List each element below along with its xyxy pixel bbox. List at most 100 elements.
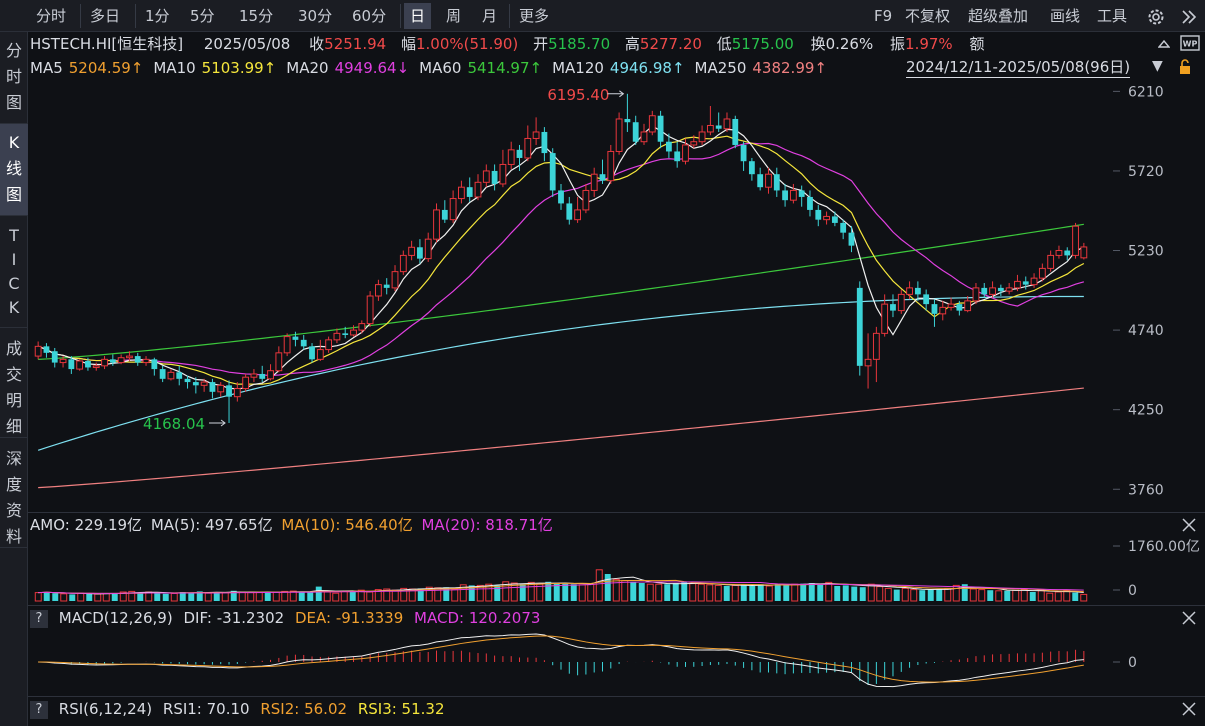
ma-label: MA60 xyxy=(419,59,462,77)
candle xyxy=(624,93,631,132)
candle xyxy=(607,144,615,184)
volume-bar xyxy=(800,583,807,601)
candle xyxy=(657,110,664,149)
candle xyxy=(698,125,706,145)
sidebar-tab[interactable]: TICK xyxy=(0,216,28,328)
sidebar-tab[interactable]: K线图 xyxy=(0,124,28,216)
candle xyxy=(640,123,648,145)
help-icon[interactable]: ? xyxy=(30,700,48,719)
volume-bar xyxy=(936,589,943,601)
amo-chart[interactable]: 1760.00亿 0 xyxy=(28,537,1205,605)
ma-value: 5103.99↑ xyxy=(201,59,277,77)
candle xyxy=(798,185,805,207)
volume-bar xyxy=(604,574,611,601)
amplitude-value: 1.97% xyxy=(905,35,953,53)
drawing-button[interactable]: 画线 xyxy=(1050,3,1080,29)
candle xyxy=(267,364,274,381)
volume-bar xyxy=(595,569,603,602)
volume-bar xyxy=(731,584,739,602)
tools-button[interactable]: 工具 xyxy=(1097,3,1127,29)
macd-chart[interactable]: 0 xyxy=(28,628,1205,696)
sidebar-tab[interactable]: 分时图 xyxy=(0,32,28,124)
tab-timeframe[interactable]: 分时 xyxy=(30,3,72,29)
candle xyxy=(939,300,947,321)
caret-down-icon[interactable]: ▼ xyxy=(1152,58,1163,74)
date-range-selector[interactable]: 2024/12/11-2025/05/08(96日) xyxy=(906,57,1131,78)
candle xyxy=(723,112,731,132)
candle xyxy=(259,365,266,383)
volume-bar xyxy=(349,591,356,601)
candle xyxy=(532,117,540,145)
ma250-line xyxy=(38,387,1084,489)
amo-ma-line xyxy=(38,579,1084,594)
open-label: 开 xyxy=(533,35,549,53)
tab-timeframe[interactable]: 月 xyxy=(476,3,503,29)
volume-bar xyxy=(94,593,102,602)
f9-button[interactable]: F9 xyxy=(874,3,892,29)
macd-dea-line xyxy=(38,635,1084,683)
change-value: 1.00%(51.90) xyxy=(415,35,519,53)
amo-ma20: MA(20): 818.71亿 xyxy=(421,516,553,534)
volume-bar xyxy=(1080,593,1088,602)
candle xyxy=(366,291,374,327)
rsi-title: RSI(6,12,24) xyxy=(58,700,153,718)
help-icon[interactable]: ? xyxy=(30,609,48,628)
volume-bar xyxy=(527,581,535,602)
candle xyxy=(117,354,125,365)
wp-icon[interactable]: WP xyxy=(1180,35,1200,53)
tab-timeframe[interactable]: 30分 xyxy=(292,3,338,29)
tab-timeframe[interactable]: 日 xyxy=(404,3,432,29)
gear-icon[interactable] xyxy=(1146,7,1166,27)
volume-bar xyxy=(630,581,637,601)
candle xyxy=(391,265,399,292)
no-adjust-button[interactable]: 不复权 xyxy=(905,3,950,29)
candle xyxy=(807,190,813,217)
volume-bar xyxy=(264,592,271,601)
close-macd-icon[interactable] xyxy=(1180,609,1198,627)
super-overlay-button[interactable]: 超级叠加 xyxy=(968,3,1028,29)
candle xyxy=(167,369,175,381)
ma-value: 4382.99↑ xyxy=(752,59,827,77)
macd-title: MACD(12,26,9) xyxy=(58,609,173,627)
volume-bar xyxy=(638,583,645,601)
tab-timeframe[interactable]: 更多 xyxy=(513,3,555,29)
volume-bar xyxy=(834,586,841,601)
candle xyxy=(176,365,183,386)
candle xyxy=(209,378,216,399)
candle xyxy=(549,148,556,197)
volume-bar xyxy=(910,589,918,602)
candle xyxy=(732,115,739,149)
candle xyxy=(872,326,880,383)
kline-chart[interactable]: 6210 5720 5230 4740 4250 3760 6195.40 4168.04 xyxy=(28,80,1205,512)
tab-timeframe[interactable]: 15分 xyxy=(233,3,279,29)
close-rsi-icon[interactable] xyxy=(1180,700,1198,718)
volume-bar xyxy=(995,590,1003,602)
candle xyxy=(226,380,232,424)
sidebar-tab[interactable]: 深度资料 xyxy=(0,438,28,548)
y-tick-label: 0 xyxy=(1128,583,1137,599)
volume-bar xyxy=(587,583,595,602)
collapse-up-icon[interactable] xyxy=(1158,38,1170,50)
amo-header: AMO: 229.19亿 MA(5): 497.65亿 MA(10): 546.… xyxy=(30,513,553,537)
sidebar-tab[interactable]: 成交明细 xyxy=(0,328,28,438)
tab-timeframe[interactable]: 1分 xyxy=(139,3,176,29)
candle xyxy=(815,205,822,227)
volume-bar xyxy=(765,585,773,602)
tab-timeframe[interactable]: 多日 xyxy=(84,3,126,29)
volume-bar xyxy=(1012,589,1020,602)
y-tick-label: 4740 xyxy=(1128,323,1164,339)
tab-timeframe[interactable]: 周 xyxy=(440,3,467,29)
tab-timeframe[interactable]: 60分 xyxy=(346,3,392,29)
tab-timeframe[interactable]: 5分 xyxy=(184,3,221,29)
volume-bar xyxy=(672,583,679,601)
volume-bar xyxy=(281,590,289,602)
volume-bar xyxy=(578,584,586,602)
double-chevron-right-icon[interactable] xyxy=(1180,8,1198,26)
rsi-header: ? RSI(6,12,24) RSI1: 70.10 RSI2: 56.02 R… xyxy=(30,697,445,721)
close-amo-icon[interactable] xyxy=(1180,516,1198,534)
candle xyxy=(856,281,863,376)
macd-value: MACD: 120.2073 xyxy=(414,609,541,627)
y-tick-label: 5720 xyxy=(1128,164,1164,180)
volume-bar xyxy=(1046,592,1054,602)
unlock-icon[interactable] xyxy=(1176,58,1194,76)
